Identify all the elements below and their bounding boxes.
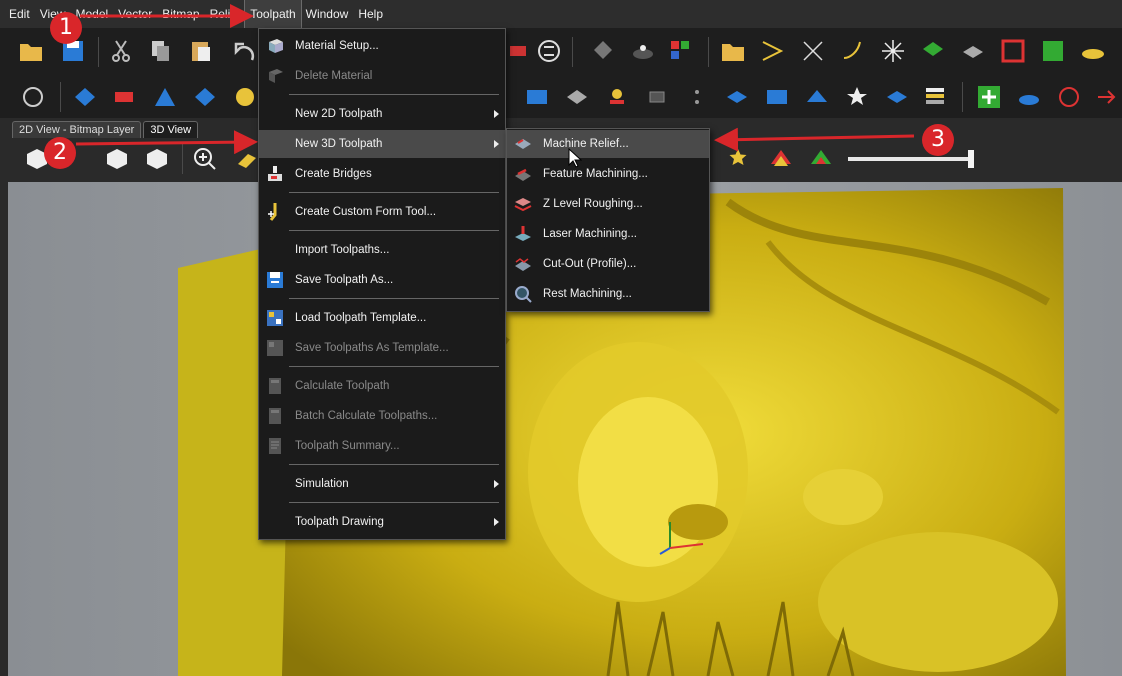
annotation-badge-2: 2 (44, 137, 76, 169)
annotation-badge-3: 3 (922, 124, 954, 156)
annotation-arrows (75, 4, 915, 155)
annotation-badge-1: 1 (50, 12, 82, 44)
